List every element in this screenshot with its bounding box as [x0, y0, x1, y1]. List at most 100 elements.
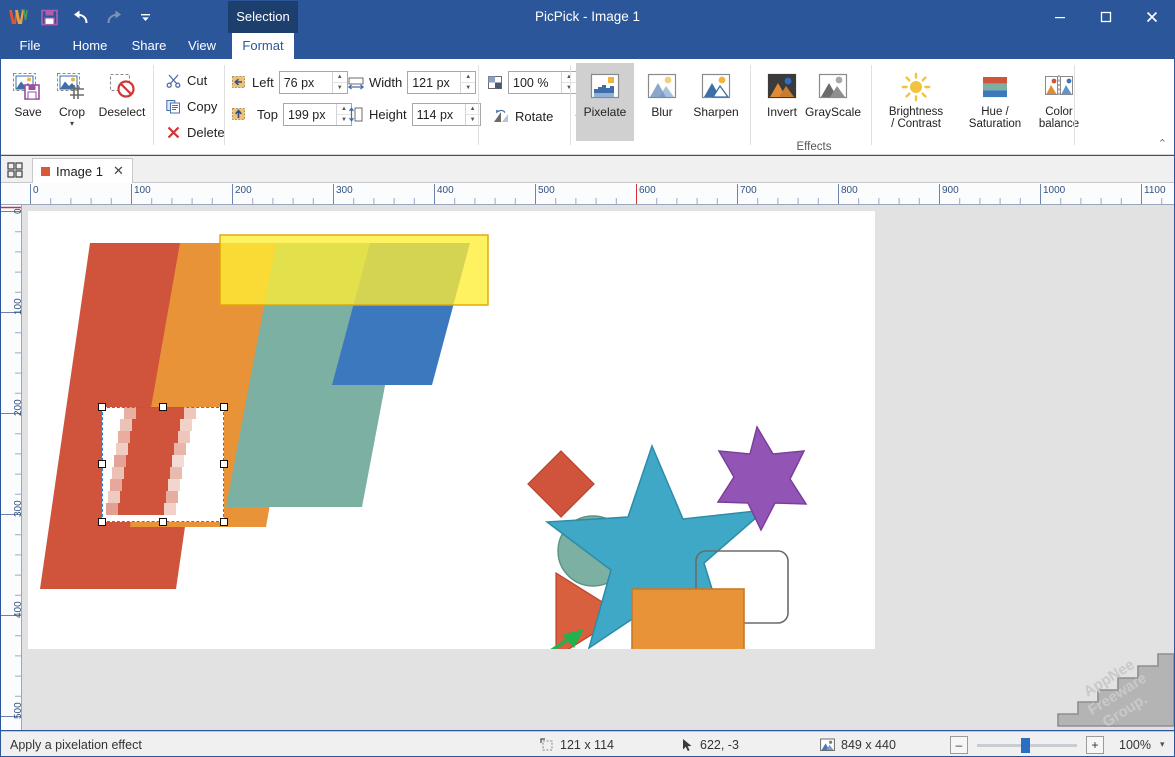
vertical-ruler[interactable]: 0 100 200 300 400 500	[0, 205, 22, 730]
left-label: Left	[252, 75, 274, 90]
collapse-ribbon-icon[interactable]: ⌃	[1158, 137, 1167, 150]
brightness-label-line1: Brightness	[888, 106, 944, 118]
top-field-row: Top ▲ ▼	[232, 103, 352, 126]
delete-button[interactable]: Delete	[162, 121, 229, 143]
close-button[interactable]	[1129, 0, 1175, 33]
selection-handle-s[interactable]	[159, 518, 167, 526]
width-spin-up[interactable]: ▲	[461, 72, 476, 83]
scale-spinner[interactable]: ▲ ▼	[508, 71, 577, 94]
tab-format[interactable]: Format	[232, 33, 294, 59]
sharpen-button[interactable]: Sharpen	[687, 63, 745, 141]
top-spinner[interactable]: ▲ ▼	[282, 103, 352, 126]
hruler-label-100: 100	[134, 185, 151, 196]
green-arrow-shape	[550, 629, 584, 649]
grayscale-label: GrayScale	[804, 105, 862, 119]
selection-handle-se[interactable]	[220, 518, 228, 526]
crop-button[interactable]: Crop ▾	[46, 63, 98, 141]
width-spinner[interactable]: ▲ ▼	[407, 71, 477, 94]
deselect-button-label: Deselect	[98, 105, 146, 119]
hruler-label-500: 500	[538, 185, 555, 196]
undo-button[interactable]	[66, 3, 96, 31]
cut-label: Cut	[187, 72, 208, 88]
thumbnails-icon[interactable]	[0, 156, 30, 183]
image-size-icon	[820, 738, 835, 752]
vertical-ruler-ticks	[1, 206, 21, 717]
top-icon	[232, 107, 247, 122]
contextual-tab-selection[interactable]: Selection	[228, 0, 298, 33]
selection-marquee[interactable]	[98, 403, 228, 526]
save-quick-button[interactable]	[34, 3, 64, 31]
horizontal-ruler[interactable]: 0 100 200 300 400 500 600 700 800 900 10…	[0, 183, 1175, 205]
blur-button[interactable]: Blur	[636, 63, 688, 141]
width-field-row: Width ▲ ▼	[348, 71, 477, 94]
zoom-in-button[interactable]: +	[1086, 735, 1104, 754]
image-canvas[interactable]: Hello world. Shapes LINE Curved Arrow wi…	[28, 211, 875, 649]
close-icon[interactable]: ✕	[113, 163, 124, 179]
cut-button[interactable]: Cut	[162, 69, 211, 91]
brightness-contrast-button[interactable]: Brightness / Contrast	[877, 63, 955, 141]
top-label: Top	[257, 107, 278, 122]
left-spinner[interactable]: ▲ ▼	[278, 71, 348, 94]
hue-label-line1: Hue /	[981, 106, 1009, 118]
scale-icon	[488, 75, 503, 90]
deselect-button[interactable]: Deselect	[93, 63, 151, 141]
cursor-position-value: 622, -3	[700, 737, 739, 752]
selection-handle-nw[interactable]	[98, 403, 106, 411]
zoom-slider[interactable]	[977, 737, 1077, 753]
hue-saturation-button[interactable]: Hue / Saturation	[959, 63, 1031, 141]
customize-qat-icon[interactable]	[130, 3, 160, 31]
width-icon	[348, 75, 364, 90]
selection-handle-sw[interactable]	[98, 518, 106, 526]
selection-handle-n[interactable]	[159, 403, 167, 411]
color-balance-label-line1: Color	[1045, 106, 1073, 118]
height-label: Height	[369, 107, 407, 122]
zoom-out-button[interactable]: –	[950, 735, 968, 754]
chevron-down-icon[interactable]: ▾	[1160, 739, 1165, 750]
document-tab-bar: Image 1 ✕	[0, 156, 1175, 183]
rotate-label: Rotate	[515, 108, 554, 124]
ribbon-group-effects: Pixelate Blur Sharpen Invert GrayScale B…	[574, 59, 1079, 155]
tab-share[interactable]: Share	[122, 33, 176, 59]
crop-dropdown-icon[interactable]: ▾	[70, 119, 74, 128]
top-input	[283, 104, 336, 125]
pixelate-label: Pixelate	[583, 105, 627, 119]
appnee-watermark: AppNee Freeware Group.	[1050, 630, 1175, 730]
maximize-button[interactable]	[1083, 0, 1129, 33]
selection-handle-ne[interactable]	[220, 403, 228, 411]
crop-icon	[55, 68, 89, 106]
color-balance-button[interactable]: Color balance	[1029, 63, 1089, 141]
selection-handle-w[interactable]	[98, 460, 106, 468]
selection-handle-e[interactable]	[220, 460, 228, 468]
width-label: Width	[369, 75, 403, 90]
document-tab-image1[interactable]: Image 1 ✕	[32, 158, 133, 183]
copy-label: Copy	[187, 98, 218, 114]
minimize-button[interactable]	[1037, 0, 1083, 33]
tab-file[interactable]: File	[8, 33, 52, 59]
tab-home[interactable]: Home	[62, 33, 118, 59]
hruler-label-200: 200	[235, 185, 252, 196]
left-spin-up[interactable]: ▲	[332, 72, 347, 83]
hruler-label-1000: 1000	[1043, 185, 1066, 196]
hruler-label-300: 300	[336, 185, 353, 196]
blur-label: Blur	[651, 105, 673, 119]
canvas-work-area[interactable]: Hello world. Shapes LINE Curved Arrow wi…	[22, 205, 1175, 730]
zoom-slider-thumb[interactable]	[1021, 737, 1030, 753]
grayscale-button[interactable]: GrayScale	[800, 63, 866, 141]
tab-view[interactable]: View	[178, 33, 226, 59]
invert-label: Invert	[766, 105, 797, 119]
deselect-icon	[105, 68, 139, 106]
effects-group-label: Effects	[796, 141, 832, 153]
document-tab-color-dot	[41, 166, 50, 176]
left-spin-down[interactable]: ▼	[332, 83, 347, 93]
pixelate-button[interactable]: Pixelate	[576, 63, 634, 141]
copy-icon	[166, 99, 181, 114]
height-spinner[interactable]: ▲ ▼	[411, 103, 481, 126]
width-spin-down[interactable]: ▼	[461, 83, 476, 93]
highlight-rectangle	[219, 234, 489, 306]
left-input	[279, 72, 332, 93]
copy-button[interactable]: Copy	[162, 95, 221, 117]
window-controls	[1037, 0, 1175, 33]
redo-button[interactable]	[98, 3, 128, 31]
hue-label-line2: Saturation	[968, 118, 1022, 131]
status-image-size: 849 x 440	[820, 738, 896, 752]
